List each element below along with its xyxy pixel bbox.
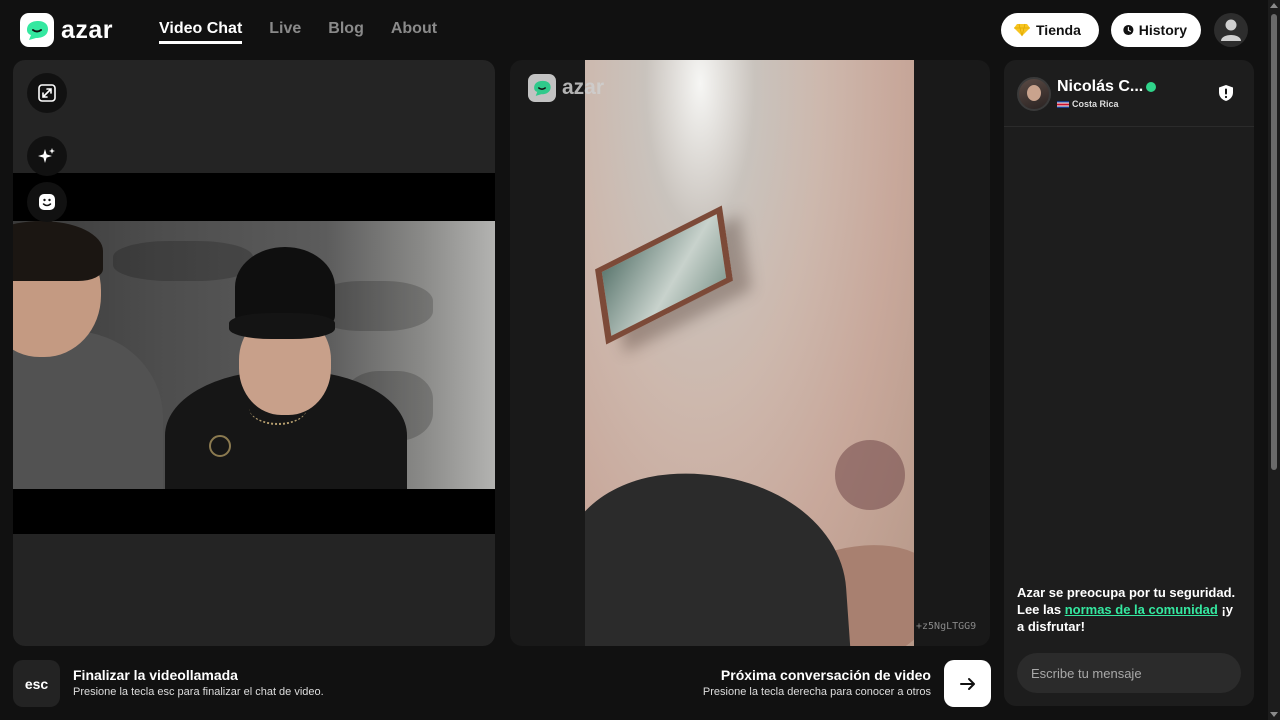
nav-about[interactable]: About	[391, 18, 437, 44]
person-right-cap-brim	[229, 313, 335, 339]
expand-icon	[38, 84, 56, 102]
blurry-shirt	[585, 462, 852, 646]
community-guidelines-link[interactable]: normas de la comunidad	[1065, 602, 1218, 617]
peer-country-label: Costa Rica	[1072, 99, 1119, 109]
local-camera-feed	[13, 221, 495, 489]
azar-wordmark: azar	[61, 15, 114, 44]
blurry-hand	[835, 440, 905, 510]
costa-rica-flag-icon	[1057, 100, 1069, 108]
next-chat-subtitle: Presione la tecla derecha para conocer a…	[702, 686, 931, 698]
effects-button[interactable]	[27, 136, 67, 176]
azar-watermark-icon	[528, 74, 556, 102]
nav-live[interactable]: Live	[269, 18, 301, 44]
end-call-title: Finalizar la videollamada	[73, 667, 238, 683]
next-chat-button[interactable]	[944, 660, 991, 707]
scroll-thumb[interactable]	[1271, 14, 1277, 470]
clock-icon	[1123, 24, 1134, 36]
video-session-id: +z5NgLTGG9	[916, 621, 977, 632]
end-call-esc-button[interactable]: esc	[13, 660, 60, 707]
remote-camera-feed	[585, 60, 914, 646]
peer-country: Costa Rica	[1057, 99, 1119, 109]
scroll-up-icon[interactable]	[1270, 3, 1278, 8]
face-mask-button[interactable]	[27, 182, 67, 222]
azar-watermark-text: azar	[562, 76, 605, 99]
scroll-down-icon[interactable]	[1270, 712, 1278, 717]
person-left-hair	[13, 221, 103, 281]
peer-name[interactable]: Nicolás C...	[1057, 78, 1143, 96]
end-call-subtitle: Presione la tecla esc para finalizar el …	[73, 686, 324, 698]
store-label: Tienda	[1036, 22, 1081, 38]
letterbox-top	[13, 173, 495, 221]
face-mask-icon	[39, 194, 55, 210]
report-button[interactable]	[1218, 84, 1234, 107]
azar-logo[interactable]: azar	[20, 13, 113, 47]
history-button[interactable]: History	[1111, 13, 1201, 47]
person-right-chain	[249, 391, 307, 425]
main-nav: Video Chat Live Blog About	[159, 18, 464, 44]
chat-header-divider	[1004, 126, 1254, 127]
shirt-logo	[209, 435, 231, 457]
remote-video-panel: azar +z5NgLTGG9	[510, 60, 990, 646]
store-button[interactable]: Tienda	[1001, 13, 1099, 47]
page-scrollbar[interactable]	[1268, 0, 1280, 720]
user-icon	[1221, 19, 1241, 41]
peer-avatar[interactable]	[1017, 77, 1051, 111]
profile-button[interactable]	[1214, 13, 1248, 47]
local-video-panel	[13, 60, 495, 646]
shield-alert-icon	[1219, 85, 1233, 101]
verified-badge-icon	[1146, 82, 1156, 92]
gem-icon	[1014, 23, 1030, 37]
nav-blog[interactable]: Blog	[328, 18, 364, 44]
azar-logo-icon	[20, 13, 54, 47]
next-chat-title: Próxima conversación de video	[720, 667, 931, 683]
history-label: History	[1138, 22, 1187, 38]
nav-video-chat[interactable]: Video Chat	[159, 18, 243, 44]
wall-picture-frame	[595, 205, 733, 345]
message-input[interactable]	[1017, 653, 1241, 693]
arrow-right-icon	[959, 677, 975, 690]
sparkle-effects-icon	[38, 148, 55, 163]
background-fold	[113, 241, 253, 281]
safety-notice: Azar se preocupa por tu seguridad. Lee l…	[1017, 584, 1239, 635]
chat-panel: Nicolás C... Costa Rica Azar se preocupa…	[1004, 60, 1254, 706]
expand-button[interactable]	[27, 73, 67, 113]
letterbox-bottom	[13, 489, 495, 534]
top-header: azar Video Chat Live Blog About Tienda H…	[0, 0, 1268, 58]
azar-watermark: azar	[528, 74, 604, 102]
